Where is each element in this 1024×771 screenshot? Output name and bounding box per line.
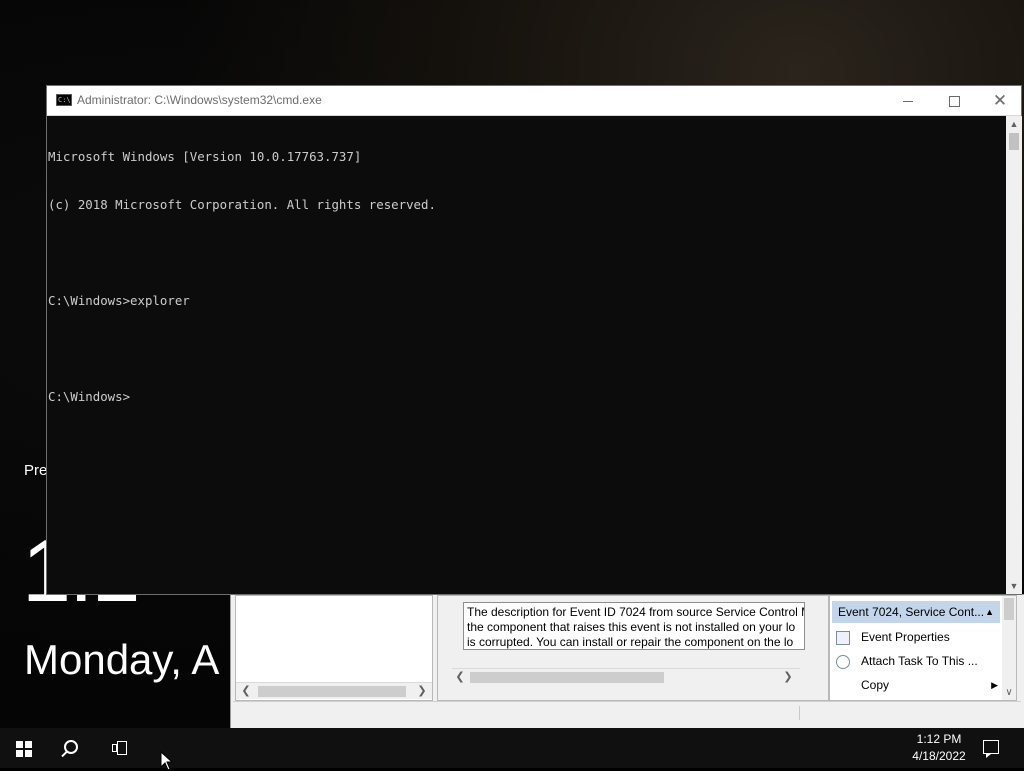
event-detail-pane: ✕ The description for Event ID 7024 from… bbox=[437, 591, 1016, 701]
search-button[interactable] bbox=[48, 728, 96, 768]
actions-pane: Event 7024, Service Cont... ▲ Event Prop… bbox=[829, 595, 1017, 701]
event-viewer-status-bar bbox=[233, 701, 1021, 724]
scrollbar-thumb[interactable] bbox=[470, 672, 664, 683]
status-divider bbox=[799, 706, 800, 720]
scrollbar-thumb[interactable] bbox=[1009, 133, 1019, 150]
mouse-cursor-icon bbox=[160, 751, 174, 771]
scroll-left-icon[interactable]: ❮ bbox=[452, 669, 468, 685]
detail-horizontal-scrollbar[interactable]: ❮ ❯ bbox=[452, 668, 800, 685]
task-view-button[interactable] bbox=[96, 728, 144, 768]
scroll-left-icon[interactable]: ❮ bbox=[238, 683, 254, 699]
search-icon-handle bbox=[61, 750, 68, 758]
minimize-icon bbox=[903, 100, 913, 102]
collapse-up-icon[interactable]: ▲ bbox=[985, 601, 994, 623]
description-line: is corrupted. You can install or repair … bbox=[467, 635, 794, 649]
console-prompt-line[interactable]: C:\Windows> bbox=[48, 389, 1005, 405]
scrollbar-thumb[interactable] bbox=[258, 686, 406, 697]
scroll-right-icon[interactable]: ❯ bbox=[414, 683, 430, 699]
scrollbar-thumb[interactable] bbox=[1004, 598, 1014, 620]
minimize-button[interactable] bbox=[885, 86, 931, 115]
taskbar: 1:12 PM 4/18/2022 bbox=[0, 728, 1024, 768]
close-icon: ✕ bbox=[992, 91, 1008, 110]
window-title: Administrator: C:\Windows\system32\cmd.e… bbox=[77, 93, 322, 107]
console-output[interactable]: Microsoft Windows [Version 10.0.17763.73… bbox=[47, 116, 1005, 594]
event-viewer-window: ❮ ❯ ✕ The description for Event ID 7024 … bbox=[230, 591, 1024, 729]
console-line: Microsoft Windows [Version 10.0.17763.73… bbox=[48, 149, 362, 164]
clock-icon bbox=[836, 654, 850, 669]
submenu-arrow-icon: ▶ bbox=[991, 680, 998, 690]
cmd-title-bar[interactable]: C:\ Administrator: C:\Windows\system32\c… bbox=[47, 86, 1021, 116]
copy-icon bbox=[836, 679, 850, 693]
actions-header-label: Event 7024, Service Cont... bbox=[838, 605, 985, 619]
close-button[interactable]: ✕ bbox=[977, 86, 1023, 115]
actions-vertical-scrollbar[interactable]: ∨ bbox=[1002, 596, 1016, 700]
description-line: the component that raises this event is … bbox=[467, 620, 796, 634]
scroll-right-icon[interactable]: ❯ bbox=[780, 669, 796, 685]
windows-logo-icon bbox=[16, 741, 32, 757]
action-label: Copy bbox=[861, 678, 890, 692]
cmd-window[interactable]: C:\ Administrator: C:\Windows\system32\c… bbox=[46, 85, 1022, 595]
scroll-down-icon[interactable]: ∨ bbox=[1002, 687, 1016, 698]
description-line: The description for Event ID 7024 from s… bbox=[467, 605, 805, 619]
console-line: C:\Windows>explorer bbox=[48, 293, 190, 308]
action-attach-task[interactable]: Attach Task To This ... bbox=[836, 650, 1002, 672]
console-line: (c) 2018 Microsoft Corporation. All righ… bbox=[48, 197, 436, 212]
scroll-up-icon[interactable]: ▲ bbox=[1006, 116, 1022, 132]
maximize-icon bbox=[948, 95, 960, 107]
action-label: Attach Task To This ... bbox=[861, 654, 978, 668]
clock-time: 1:12 PM bbox=[916, 732, 962, 746]
actions-section-header[interactable]: Event 7024, Service Cont... ▲ bbox=[832, 601, 1000, 623]
tray-clock[interactable]: 1:12 PM 4/18/2022 bbox=[900, 731, 978, 765]
cmd-app-icon[interactable]: C:\ bbox=[56, 94, 72, 106]
action-label: Event Properties bbox=[861, 630, 950, 644]
event-viewer-tree-pane[interactable]: ❮ ❯ bbox=[235, 595, 433, 701]
lock-date: Monday, A bbox=[24, 636, 220, 683]
tree-horizontal-scrollbar[interactable]: ❮ ❯ bbox=[236, 682, 432, 699]
properties-icon bbox=[836, 630, 850, 645]
action-event-properties[interactable]: Event Properties bbox=[836, 626, 1002, 648]
action-copy[interactable]: Copy ▶ bbox=[836, 674, 1002, 696]
maximize-button[interactable] bbox=[931, 86, 977, 115]
console-vertical-scrollbar[interactable]: ▲ ▼ bbox=[1006, 116, 1022, 594]
action-center-icon[interactable] bbox=[983, 740, 999, 758]
task-view-icon bbox=[112, 741, 127, 755]
scroll-down-icon[interactable]: ▼ bbox=[1006, 578, 1022, 594]
clock-date: 4/18/2022 bbox=[912, 749, 966, 763]
start-button[interactable] bbox=[0, 728, 48, 768]
event-description-box[interactable]: The description for Event ID 7024 from s… bbox=[463, 602, 805, 650]
